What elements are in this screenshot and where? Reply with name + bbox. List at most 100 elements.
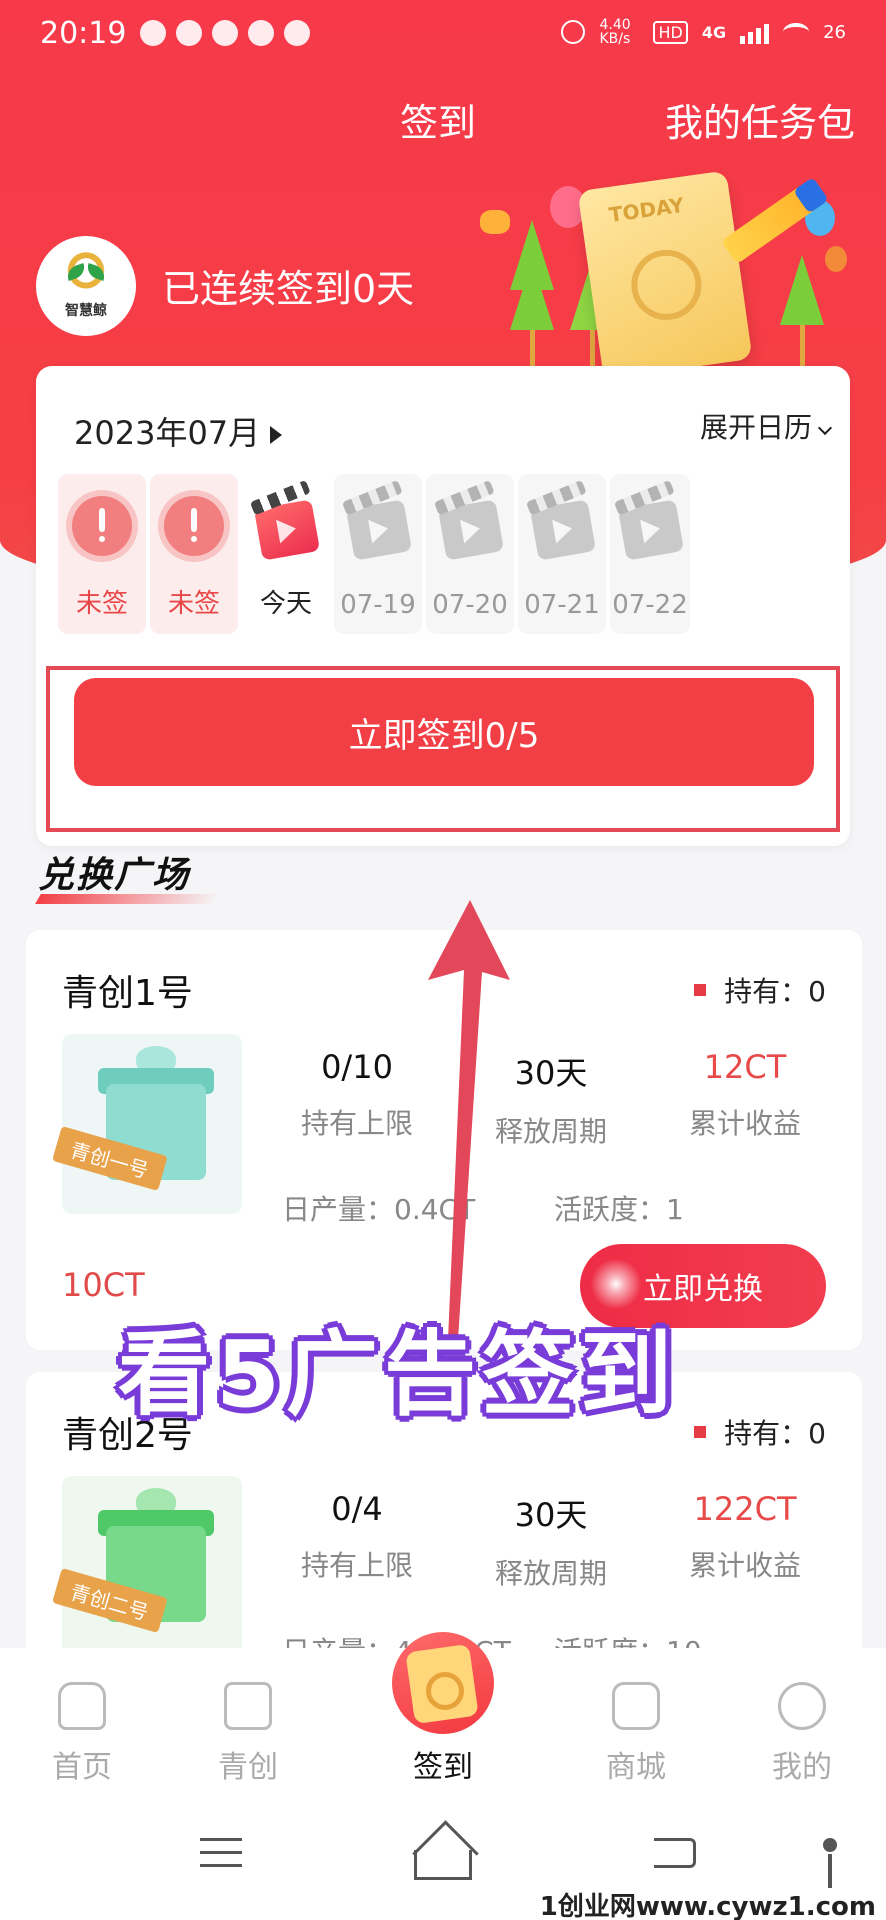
logo-text: 智慧鲸 — [65, 303, 107, 319]
tab-sign-in[interactable]: 签到 — [400, 92, 476, 147]
day-label: 07-19 — [340, 590, 416, 620]
holding-info: 持有：0 — [694, 1412, 826, 1452]
stat-total-yield: 122CT 累计收益 — [660, 1490, 830, 1584]
stat-value: 0/10 — [321, 1048, 393, 1086]
exchange-plaza-title: 兑换广场 — [38, 846, 190, 898]
stat-label: 累计收益 — [688, 1107, 801, 1140]
today-card-text: TODAY — [607, 192, 686, 228]
stat-hold-limit: 0/4 持有上限 — [272, 1490, 442, 1584]
streak-text: 已连续签到0天 — [162, 267, 415, 311]
status-time: 20:19 — [40, 16, 127, 51]
nav-label: 签到 — [413, 1750, 473, 1785]
day-label: 07-20 — [432, 590, 508, 620]
gift-box-image: 青创二号 — [52, 1476, 242, 1656]
activity-level: 活跃度：1 — [554, 1193, 684, 1226]
header-illustration: TODAY — [480, 170, 860, 380]
stat-release-period: 30天 释放周期 — [466, 1490, 636, 1592]
day-label: 未签 — [167, 589, 220, 619]
sprout-icon — [58, 252, 114, 298]
nav-label: 商城 — [606, 1750, 666, 1785]
menu-icon[interactable] — [200, 1838, 242, 1877]
red-square-icon — [694, 984, 707, 996]
alert-icon — [72, 496, 132, 556]
check-icon — [176, 20, 202, 46]
accessibility-icon[interactable] — [810, 1838, 850, 1888]
day-future[interactable]: 07-22 — [610, 474, 690, 634]
sign-in-button[interactable]: 立即签到0/5 — [74, 678, 814, 786]
nav-qingchuang[interactable]: 青创 — [188, 1682, 308, 1786]
app-icon — [248, 20, 274, 46]
stat-total-yield: 12CT 累计收益 — [660, 1048, 830, 1142]
clapperboard-icon — [617, 499, 685, 561]
sign-in-card: 2023年07月 展开日历 未签 未签 今天 07-19 07-20 07-21 — [36, 366, 850, 846]
day-future[interactable]: 07-20 — [426, 474, 514, 634]
signal-icon — [740, 20, 770, 44]
briefcase-icon — [224, 1682, 272, 1730]
day-label: 07-21 — [524, 590, 600, 620]
holding-info: 持有：0 — [694, 970, 826, 1010]
stat-value: 30天 — [514, 1496, 588, 1534]
stat-value: 122CT — [693, 1490, 797, 1528]
day-future[interactable]: 07-21 — [518, 474, 606, 634]
system-home-icon[interactable] — [414, 1850, 472, 1880]
stat-label: 持有上限 — [300, 1549, 413, 1582]
status-bar: 20:19 4.40 KB/s HD 4G 26 — [0, 0, 886, 70]
tiktok-icon — [212, 20, 238, 46]
clapperboard-icon — [253, 499, 321, 561]
expand-calendar-button[interactable]: 展开日历 — [699, 406, 833, 446]
hd-badge: HD — [653, 20, 688, 44]
nav-home[interactable]: 首页 — [22, 1682, 142, 1786]
holding-text: 持有：0 — [724, 1417, 826, 1450]
annotation-arrow — [428, 900, 510, 1340]
red-square-icon — [694, 1426, 707, 1438]
stat-value: 0/4 — [331, 1490, 383, 1528]
product-name: 青创1号 — [62, 973, 193, 1014]
network-type: 4G — [701, 22, 727, 42]
calendar-strip: 未签 未签 今天 07-19 07-20 07-21 07-22 — [56, 474, 856, 634]
clapperboard-icon — [529, 499, 597, 561]
status-right: 4.40 KB/s HD 4G 26 — [561, 18, 846, 46]
day-label: 未签 — [75, 589, 128, 619]
day-today[interactable]: 今天 — [242, 474, 330, 634]
day-missed-2[interactable]: 未签 — [150, 474, 238, 634]
stat-label: 持有上限 — [300, 1107, 413, 1140]
back-icon[interactable] — [654, 1838, 696, 1868]
notification-icons — [140, 20, 310, 46]
watermark: 1创业网www.cywz1.com — [539, 1892, 876, 1920]
stat-label: 释放周期 — [494, 1557, 607, 1590]
clapperboard-icon — [345, 499, 413, 561]
day-label: 07-22 — [612, 590, 688, 620]
stat-label: 累计收益 — [688, 1549, 801, 1582]
bottom-nav: 首页 青创 签到 商城 我的 — [0, 1632, 886, 1798]
battery-level: 26 — [823, 21, 846, 43]
day-label: 今天 — [259, 589, 312, 619]
nav-label: 我的 — [772, 1750, 832, 1785]
nav-label: 青创 — [218, 1750, 278, 1785]
today-icon[interactable] — [392, 1632, 494, 1734]
day-missed-1[interactable]: 未签 — [58, 474, 146, 634]
day-future[interactable]: 07-19 — [334, 474, 422, 634]
alarm-icon — [561, 20, 586, 44]
expand-calendar-label: 展开日历 — [699, 411, 812, 444]
overlay-caption: 看5广告签到 — [118, 1321, 679, 1428]
month-label: 2023年07月 — [74, 414, 261, 452]
nav-store[interactable]: 商城 — [576, 1682, 696, 1786]
shield-icon — [284, 20, 310, 46]
qq-icon — [140, 20, 166, 46]
avatar[interactable]: 智慧鲸 — [36, 236, 136, 336]
today-card-icon: TODAY — [577, 170, 753, 380]
chevron-down-icon — [817, 420, 833, 436]
stat-hold-limit: 0/10 持有上限 — [272, 1048, 442, 1142]
alert-icon — [164, 496, 224, 556]
home-icon — [58, 1682, 106, 1730]
net-speed: 4.40 KB/s — [599, 17, 631, 47]
product-price: 10CT — [62, 1266, 145, 1304]
tab-task-pack[interactable]: 我的任务包 — [665, 92, 855, 147]
month-selector[interactable]: 2023年07月 — [74, 408, 283, 454]
gift-box-image: 青创一号 — [52, 1034, 242, 1214]
nav-mine[interactable]: 我的 — [742, 1682, 862, 1786]
store-icon — [612, 1682, 660, 1730]
clapperboard-icon — [437, 499, 505, 561]
pencil-icon — [721, 183, 819, 265]
wifi-icon — [783, 23, 810, 41]
